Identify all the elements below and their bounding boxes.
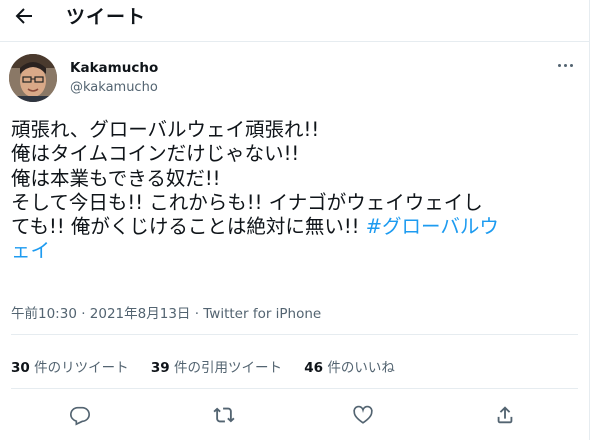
- column-border: [589, 0, 590, 440]
- tweet-line: ても!! 俺がくじけることは絶対に無い!! #グローバルウ: [11, 215, 581, 239]
- top-bar: ツイート: [0, 0, 613, 32]
- tweet-stats: 30 件のリツイート 39 件の引用ツイート 46 件のいいね: [11, 356, 413, 376]
- share-icon[interactable]: [494, 404, 516, 426]
- tweet-text: 頑張れ、グローバルウェイ頑張れ!! 俺はタイムコインだけじゃない!! 俺は本業も…: [11, 118, 581, 264]
- tweet-line: ェイ: [11, 239, 581, 263]
- tweet-line: 俺は本業もできる奴だ!!: [11, 166, 221, 190]
- hashtag-link-continued[interactable]: ェイ: [11, 239, 50, 262]
- page-title: ツイート: [66, 6, 147, 28]
- tweet-line: そして今日も!! これからも!! イナゴがウェイウェイし: [11, 190, 483, 214]
- stats-divider-bottom: [11, 388, 578, 389]
- tweet-timestamp[interactable]: 午前10:30 · 2021年8月13日 · Twitter for iPhon…: [11, 302, 321, 322]
- hashtag-link[interactable]: #グローバルウ: [366, 215, 499, 238]
- action-bar: [0, 400, 589, 430]
- retweet-icon[interactable]: [213, 404, 235, 426]
- stats-divider-top: [11, 334, 578, 335]
- retweet-count[interactable]: 30 件のリツイート: [11, 360, 129, 376]
- author-handle[interactable]: @kakamucho: [70, 80, 158, 95]
- tweet-line: 俺はタイムコインだけじゃない!!: [11, 142, 300, 166]
- author-name[interactable]: Kakamucho: [70, 60, 158, 76]
- reply-icon[interactable]: [69, 404, 91, 426]
- header-divider: [0, 41, 589, 42]
- quote-count[interactable]: 39 件の引用ツイート: [151, 360, 282, 376]
- more-horizontal-icon[interactable]: [556, 62, 574, 70]
- arrow-left-icon[interactable]: [12, 4, 36, 28]
- like-icon[interactable]: [352, 404, 374, 426]
- avatar[interactable]: [9, 54, 57, 102]
- avatar-image: [9, 54, 57, 102]
- tweet-line: 頑張れ、グローバルウェイ頑張れ!!: [11, 118, 320, 141]
- like-count[interactable]: 46 件のいいね: [304, 360, 395, 376]
- tweet-line-text: ても!! 俺がくじけることは絶対に無い!!: [11, 215, 366, 239]
